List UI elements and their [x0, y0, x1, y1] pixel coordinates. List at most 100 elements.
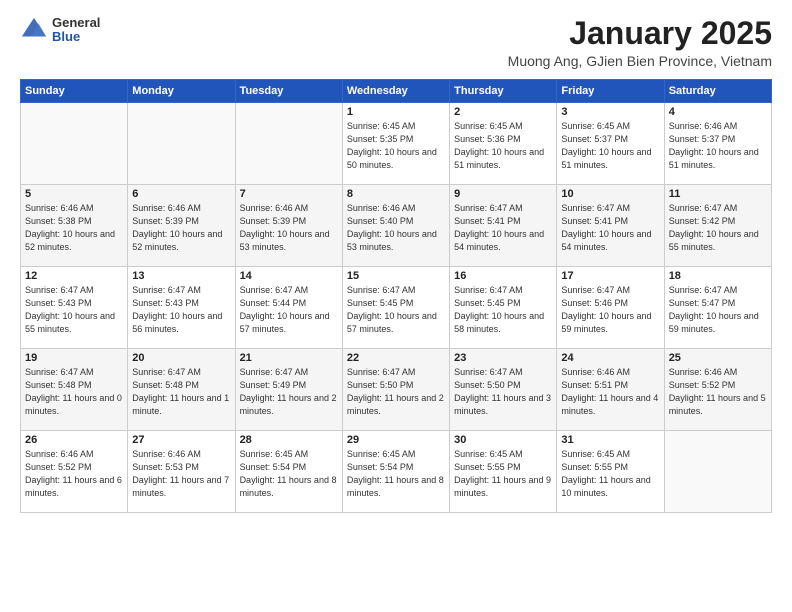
- day-number: 14: [240, 270, 338, 282]
- day-number: 21: [240, 352, 338, 364]
- day-info: Sunrise: 6:45 AMSunset: 5:36 PMDaylight:…: [454, 120, 552, 172]
- table-row: 19 Sunrise: 6:47 AMSunset: 5:48 PMDayligh…: [21, 349, 128, 431]
- day-number: 22: [347, 352, 445, 364]
- day-number: 24: [561, 352, 659, 364]
- day-info: Sunrise: 6:47 AMSunset: 5:50 PMDaylight:…: [454, 366, 552, 418]
- day-number: 18: [669, 270, 767, 282]
- calendar-header-row: Sunday Monday Tuesday Wednesday Thursday…: [21, 80, 772, 103]
- day-info: Sunrise: 6:45 AMSunset: 5:55 PMDaylight:…: [561, 448, 659, 500]
- table-row: 24 Sunrise: 6:46 AMSunset: 5:51 PMDayligh…: [557, 349, 664, 431]
- table-row: 6 Sunrise: 6:46 AMSunset: 5:39 PMDaylight…: [128, 185, 235, 267]
- day-number: 20: [132, 352, 230, 364]
- table-row: 18 Sunrise: 6:47 AMSunset: 5:47 PMDayligh…: [664, 267, 771, 349]
- day-info: Sunrise: 6:47 AMSunset: 5:43 PMDaylight:…: [25, 284, 123, 336]
- day-info: Sunrise: 6:46 AMSunset: 5:40 PMDaylight:…: [347, 202, 445, 254]
- table-row: 13 Sunrise: 6:47 AMSunset: 5:43 PMDayligh…: [128, 267, 235, 349]
- calendar-week-row: 26 Sunrise: 6:46 AMSunset: 5:52 PMDayligh…: [21, 431, 772, 513]
- day-number: 11: [669, 188, 767, 200]
- month-title: January 2025: [508, 16, 772, 51]
- day-info: Sunrise: 6:47 AMSunset: 5:41 PMDaylight:…: [561, 202, 659, 254]
- table-row: 7Sunrise: 6:46 AMSunset: 5:39 PMDaylight…: [235, 185, 342, 267]
- table-row: 30 Sunrise: 6:45 AMSunset: 5:55 PMDayligh…: [450, 431, 557, 513]
- day-info: Sunrise: 6:46 AMSunset: 5:53 PMDaylight:…: [132, 448, 230, 500]
- day-info: Sunrise: 6:47 AMSunset: 5:45 PMDaylight:…: [347, 284, 445, 336]
- day-info: Sunrise: 6:45 AMSunset: 5:35 PMDaylight:…: [347, 120, 445, 172]
- day-info: Sunrise: 6:46 AMSunset: 5:51 PMDaylight:…: [561, 366, 659, 418]
- day-info: Sunrise: 6:46 AMSunset: 5:52 PMDaylight:…: [25, 448, 123, 500]
- table-row: 5Sunrise: 6:46 AMSunset: 5:38 PMDaylight…: [21, 185, 128, 267]
- table-row: 10Sunrise: 6:47 AMSunset: 5:41 PMDayligh…: [557, 185, 664, 267]
- day-info: Sunrise: 6:47 AMSunset: 5:44 PMDaylight:…: [240, 284, 338, 336]
- table-row: 27 Sunrise: 6:46 AMSunset: 5:53 PMDayligh…: [128, 431, 235, 513]
- day-number: 27: [132, 434, 230, 446]
- day-number: 28: [240, 434, 338, 446]
- calendar-week-row: 5Sunrise: 6:46 AMSunset: 5:38 PMDaylight…: [21, 185, 772, 267]
- table-row: 17 Sunrise: 6:47 AMSunset: 5:46 PMDayligh…: [557, 267, 664, 349]
- col-tuesday: Tuesday: [235, 80, 342, 103]
- day-number: 13: [132, 270, 230, 282]
- table-row: 11 Sunrise: 6:47 AMSunset: 5:42 PMDayligh…: [664, 185, 771, 267]
- day-info: Sunrise: 6:45 AMSunset: 5:55 PMDaylight:…: [454, 448, 552, 500]
- day-info: Sunrise: 6:45 AMSunset: 5:54 PMDaylight:…: [347, 448, 445, 500]
- table-row: 8 Sunrise: 6:46 AMSunset: 5:40 PMDaylight…: [342, 185, 449, 267]
- day-number: 31: [561, 434, 659, 446]
- day-info: Sunrise: 6:45 AMSunset: 5:37 PMDaylight:…: [561, 120, 659, 172]
- day-number: 1: [347, 106, 445, 118]
- table-row: 22 Sunrise: 6:47 AMSunset: 5:50 PMDayligh…: [342, 349, 449, 431]
- table-row: 1 Sunrise: 6:45 AMSunset: 5:35 PMDaylight…: [342, 103, 449, 185]
- table-row: 2 Sunrise: 6:45 AMSunset: 5:36 PMDaylight…: [450, 103, 557, 185]
- day-info: Sunrise: 6:46 AMSunset: 5:37 PMDaylight:…: [669, 120, 767, 172]
- day-info: Sunrise: 6:47 AMSunset: 5:43 PMDaylight:…: [132, 284, 230, 336]
- day-number: 7: [240, 188, 338, 200]
- day-number: 3: [561, 106, 659, 118]
- table-row: [128, 103, 235, 185]
- calendar-week-row: 19 Sunrise: 6:47 AMSunset: 5:48 PMDayligh…: [21, 349, 772, 431]
- day-number: 12: [25, 270, 123, 282]
- day-info: Sunrise: 6:45 AMSunset: 5:54 PMDaylight:…: [240, 448, 338, 500]
- day-info: Sunrise: 6:46 AMSunset: 5:52 PMDaylight:…: [669, 366, 767, 418]
- day-info: Sunrise: 6:47 AMSunset: 5:41 PMDaylight:…: [454, 202, 552, 254]
- logo-text: General Blue: [52, 16, 100, 45]
- day-number: 8: [347, 188, 445, 200]
- day-info: Sunrise: 6:47 AMSunset: 5:47 PMDaylight:…: [669, 284, 767, 336]
- table-row: 21Sunrise: 6:47 AMSunset: 5:49 PMDayligh…: [235, 349, 342, 431]
- table-row: 3 Sunrise: 6:45 AMSunset: 5:37 PMDaylight…: [557, 103, 664, 185]
- day-number: 6: [132, 188, 230, 200]
- table-row: [21, 103, 128, 185]
- day-number: 26: [25, 434, 123, 446]
- table-row: 29 Sunrise: 6:45 AMSunset: 5:54 PMDayligh…: [342, 431, 449, 513]
- col-thursday: Thursday: [450, 80, 557, 103]
- table-row: 4Sunrise: 6:46 AMSunset: 5:37 PMDaylight…: [664, 103, 771, 185]
- day-number: 29: [347, 434, 445, 446]
- logo-icon: [20, 16, 48, 44]
- day-number: 17: [561, 270, 659, 282]
- col-wednesday: Wednesday: [342, 80, 449, 103]
- col-friday: Friday: [557, 80, 664, 103]
- logo-blue: Blue: [52, 30, 100, 44]
- day-info: Sunrise: 6:47 AMSunset: 5:46 PMDaylight:…: [561, 284, 659, 336]
- table-row: 12 Sunrise: 6:47 AMSunset: 5:43 PMDayligh…: [21, 267, 128, 349]
- day-info: Sunrise: 6:46 AMSunset: 5:38 PMDaylight:…: [25, 202, 123, 254]
- day-info: Sunrise: 6:47 AMSunset: 5:48 PMDaylight:…: [132, 366, 230, 418]
- day-info: Sunrise: 6:47 AMSunset: 5:48 PMDaylight:…: [25, 366, 123, 418]
- header: General Blue January 2025 Muong Ang, GJi…: [20, 16, 772, 69]
- day-number: 19: [25, 352, 123, 364]
- day-number: 2: [454, 106, 552, 118]
- page: General Blue January 2025 Muong Ang, GJi…: [0, 0, 792, 612]
- day-info: Sunrise: 6:47 AMSunset: 5:50 PMDaylight:…: [347, 366, 445, 418]
- day-number: 16: [454, 270, 552, 282]
- table-row: 20 Sunrise: 6:47 AMSunset: 5:48 PMDayligh…: [128, 349, 235, 431]
- table-row: 16Sunrise: 6:47 AMSunset: 5:45 PMDayligh…: [450, 267, 557, 349]
- day-number: 25: [669, 352, 767, 364]
- logo: General Blue: [20, 16, 100, 45]
- table-row: 23Sunrise: 6:47 AMSunset: 5:50 PMDayligh…: [450, 349, 557, 431]
- calendar-table: Sunday Monday Tuesday Wednesday Thursday…: [20, 79, 772, 513]
- logo-general: General: [52, 16, 100, 30]
- table-row: 14 Sunrise: 6:47 AMSunset: 5:44 PMDayligh…: [235, 267, 342, 349]
- day-info: Sunrise: 6:46 AMSunset: 5:39 PMDaylight:…: [132, 202, 230, 254]
- day-info: Sunrise: 6:47 AMSunset: 5:42 PMDaylight:…: [669, 202, 767, 254]
- col-monday: Monday: [128, 80, 235, 103]
- table-row: [664, 431, 771, 513]
- day-number: 30: [454, 434, 552, 446]
- table-row: 28 Sunrise: 6:45 AMSunset: 5:54 PMDayligh…: [235, 431, 342, 513]
